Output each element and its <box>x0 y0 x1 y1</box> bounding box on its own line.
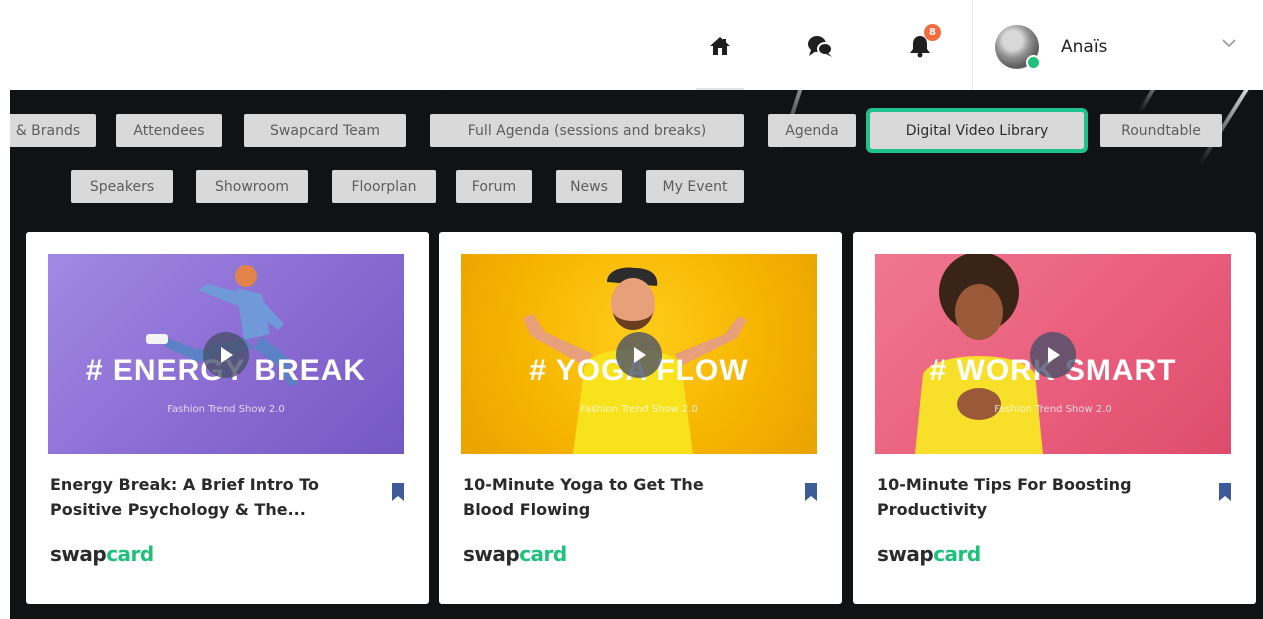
tab-swapcard-team[interactable]: Swapcard Team <box>244 114 406 147</box>
tab-news[interactable]: News <box>556 170 622 203</box>
swapcard-logo: swapcard <box>50 542 154 566</box>
home-button[interactable] <box>692 22 748 90</box>
header-divider <box>972 0 973 90</box>
play-icon <box>1048 347 1060 363</box>
user-name: Anaïs <box>1061 37 1108 57</box>
thumbnail-subtitle: Fashion Trend Show 2.0 <box>580 404 698 415</box>
video-thumbnail[interactable]: # YOGA FLOW Fashion Trend Show 2.0 <box>461 254 817 454</box>
tab-roundtable[interactable]: Roundtable <box>1100 114 1222 147</box>
light-streak <box>1138 90 1172 113</box>
home-icon <box>710 37 730 55</box>
thumbnail-subtitle: Fashion Trend Show 2.0 <box>994 404 1112 415</box>
light-streak <box>439 90 550 92</box>
bookmark-icon[interactable] <box>391 482 405 502</box>
chevron-down-icon <box>1222 39 1236 48</box>
notification-badge: 8 <box>924 24 941 41</box>
video-card[interactable]: # YOGA FLOW Fashion Trend Show 2.0 10-Mi… <box>439 232 842 604</box>
top-header: 8 Anaïs <box>0 0 1263 90</box>
video-title[interactable]: 10-Minute Tips For Boosting Productivity <box>877 472 1187 522</box>
bookmark-icon[interactable] <box>804 482 818 502</box>
user-menu[interactable]: Anaïs <box>995 24 1245 70</box>
tab-brands[interactable]: & Brands <box>10 114 96 147</box>
video-card[interactable]: # ENERGY BREAK Fashion Trend Show 2.0 En… <box>26 232 429 604</box>
play-button[interactable] <box>1030 332 1076 378</box>
notifications-button[interactable]: 8 <box>892 22 948 70</box>
bookmark-icon[interactable] <box>1218 482 1232 502</box>
tab-my-event[interactable]: My Event <box>646 170 744 203</box>
play-icon <box>221 347 233 363</box>
tab-forum[interactable]: Forum <box>456 170 532 203</box>
content-banner: & Brands Attendees Swapcard Team Full Ag… <box>10 90 1263 619</box>
swapcard-logo: swapcard <box>877 542 981 566</box>
online-status-dot <box>1026 55 1041 70</box>
video-title[interactable]: 10-Minute Yoga to Get The Blood Flowing <box>463 472 773 522</box>
video-title[interactable]: Energy Break: A Brief Intro To Positive … <box>50 472 360 522</box>
play-button[interactable] <box>616 332 662 378</box>
video-thumbnail[interactable]: # ENERGY BREAK Fashion Trend Show 2.0 <box>48 254 404 454</box>
video-thumbnail[interactable]: # WORK SMART Fashion Trend Show 2.0 <box>875 254 1231 454</box>
tab-floorplan[interactable]: Floorplan <box>332 170 436 203</box>
thumbnail-subtitle: Fashion Trend Show 2.0 <box>167 404 285 415</box>
video-card[interactable]: # WORK SMART Fashion Trend Show 2.0 10-M… <box>853 232 1256 604</box>
swapcard-logo: swapcard <box>463 542 567 566</box>
tab-showroom[interactable]: Showroom <box>196 170 308 203</box>
tab-agenda[interactable]: Agenda <box>768 114 856 147</box>
tab-attendees[interactable]: Attendees <box>116 114 222 147</box>
tab-speakers[interactable]: Speakers <box>71 170 173 203</box>
avatar <box>995 25 1041 70</box>
chat-button[interactable] <box>792 22 848 70</box>
play-button[interactable] <box>203 332 249 378</box>
chat-icon <box>808 36 833 57</box>
tab-digital-video-library[interactable]: Digital Video Library <box>866 108 1088 153</box>
play-icon <box>634 347 646 363</box>
tab-full-agenda[interactable]: Full Agenda (sessions and breaks) <box>430 114 744 147</box>
